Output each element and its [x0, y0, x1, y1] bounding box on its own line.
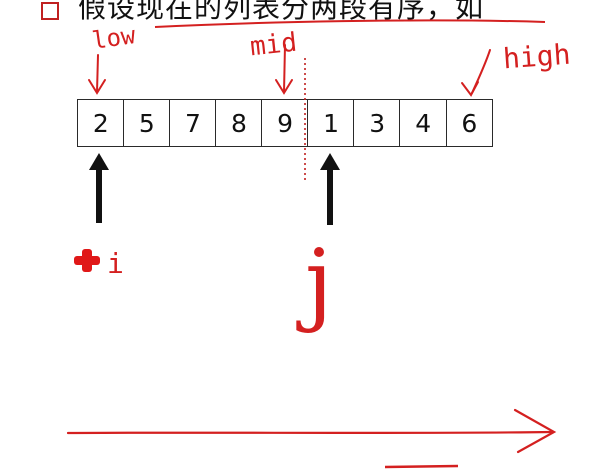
array-cell: 6: [445, 99, 494, 147]
array-cell: 7: [169, 99, 217, 147]
i-label: i: [107, 247, 124, 280]
array-cell: 9: [261, 99, 309, 147]
high-label: high: [501, 37, 572, 76]
array-cell: 4: [399, 99, 447, 147]
array-row: 2 5 7 8 9 1 3 4 6: [77, 99, 494, 147]
j-label: j: [305, 230, 333, 335]
mid-label: mid: [248, 27, 299, 63]
long-right-arrow-icon: [66, 408, 557, 454]
bottom-dash: [384, 464, 459, 469]
array-cell: 1: [307, 99, 355, 147]
slide-canvas: 假设现在的列表分两段有序，如 2 5 7 8 9 1 3 4 6 low mid…: [0, 0, 595, 475]
low-label: low: [90, 21, 138, 55]
array-cell: 3: [353, 99, 401, 147]
plus-icon: [74, 249, 102, 272]
slide-title: 假设现在的列表分两段有序，如: [78, 0, 485, 24]
i-pointer-arrow-icon: [89, 153, 109, 223]
array-cell: 8: [215, 99, 263, 147]
low-arrow-icon: [88, 54, 106, 95]
array-cell: 5: [123, 99, 171, 147]
high-arrow-icon: [461, 49, 491, 97]
array-cell: 2: [77, 99, 125, 147]
bullet-square-icon: [41, 2, 59, 20]
j-pointer-arrow-icon: [320, 153, 340, 225]
